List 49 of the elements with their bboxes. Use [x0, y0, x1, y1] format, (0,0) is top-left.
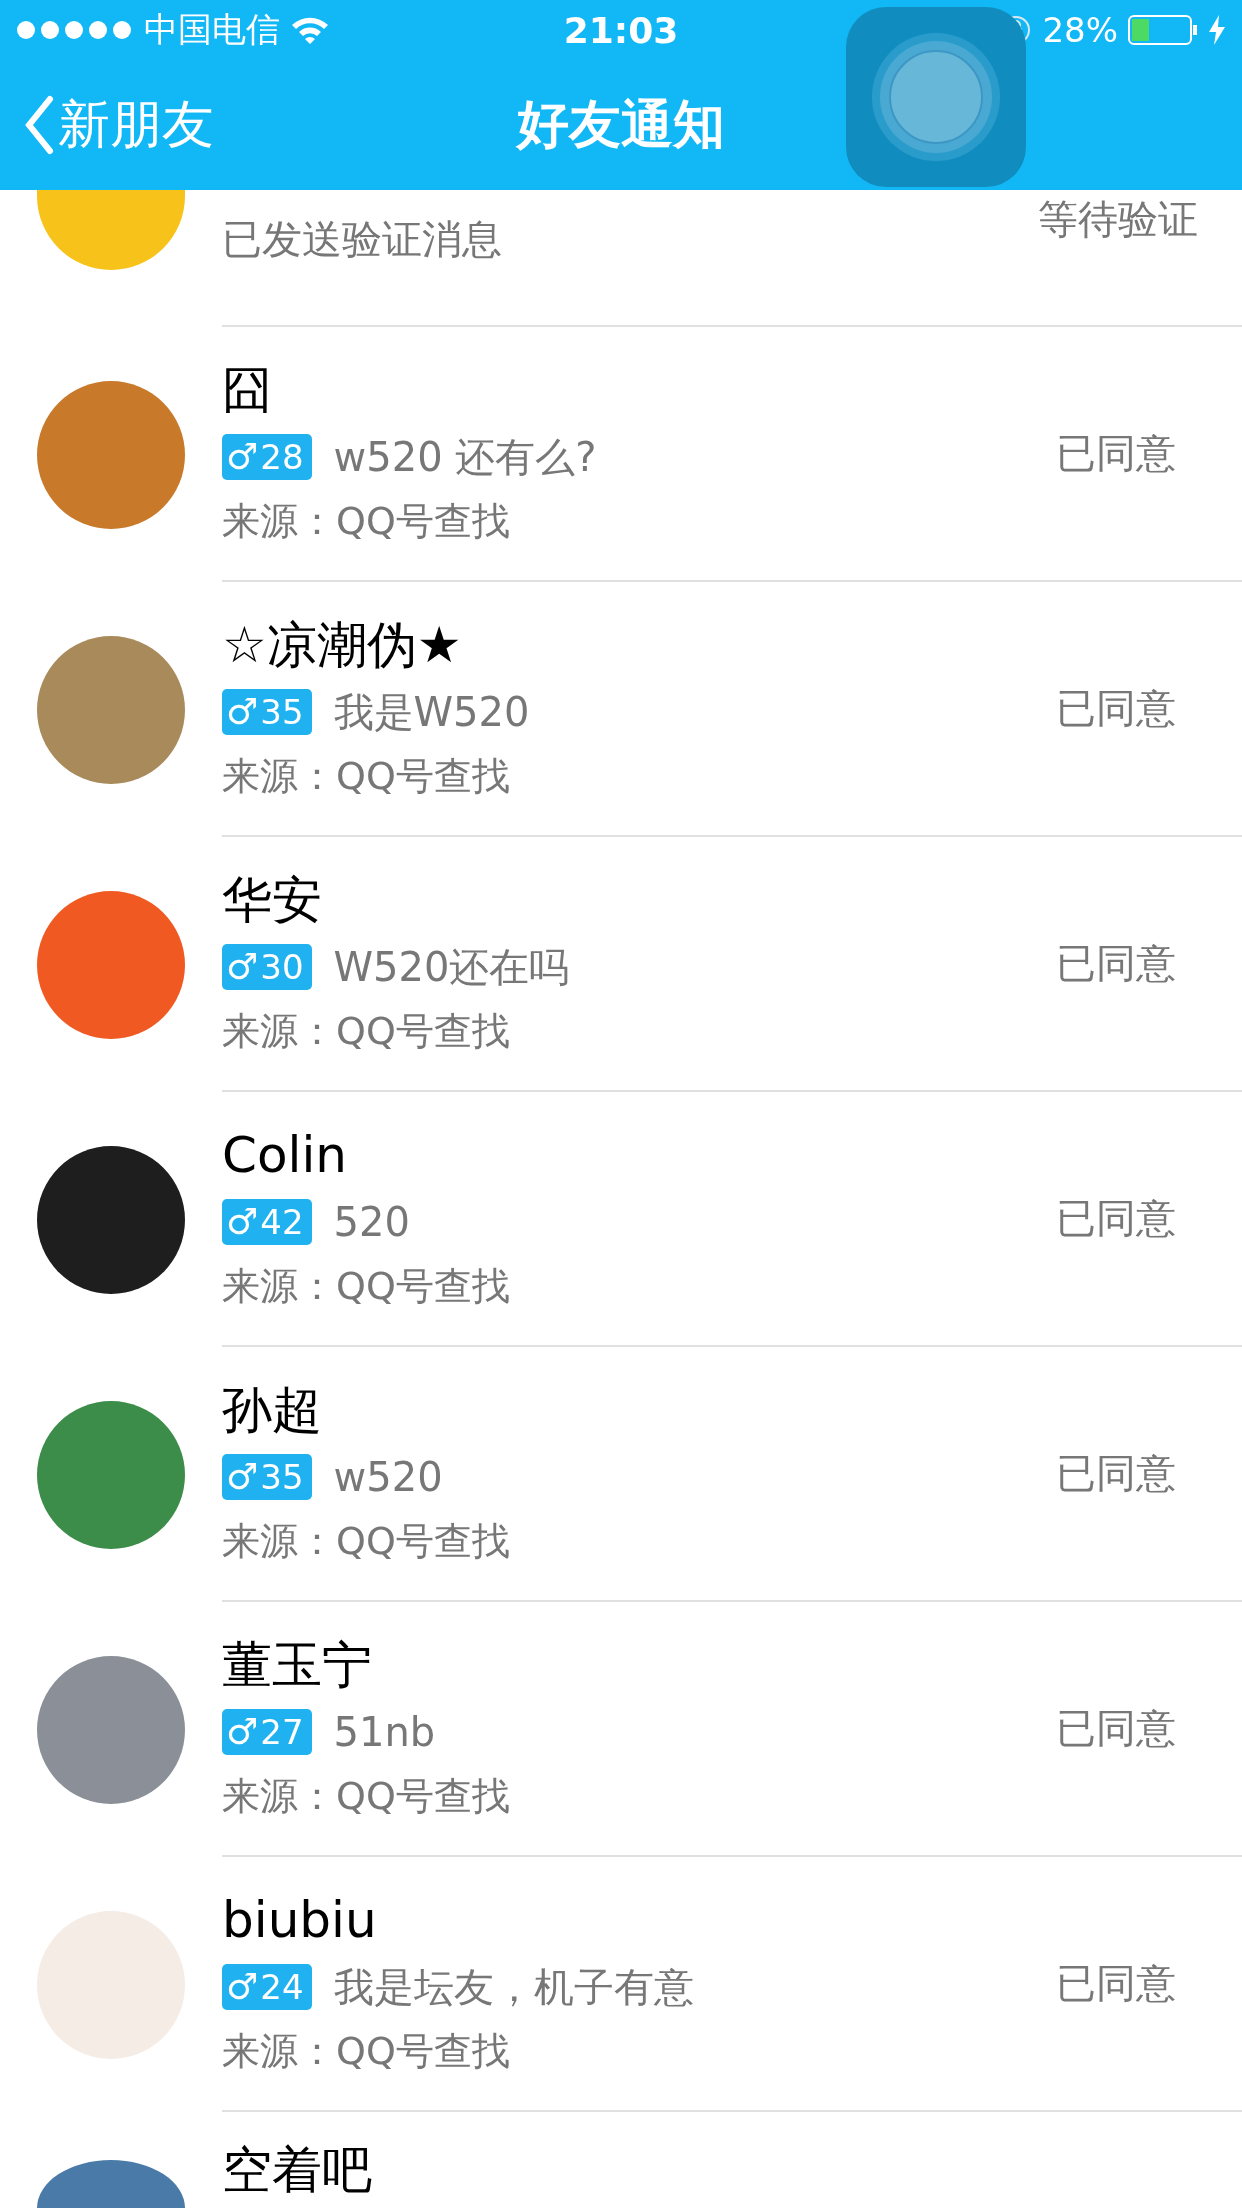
carrier-name: 中国电信	[144, 8, 280, 51]
gender-age-badge: ♂35	[222, 1453, 312, 1500]
gender-age-badge: ♂30	[222, 943, 312, 990]
gender-age-badge: ♂27	[222, 1708, 312, 1755]
friend-name: Colin	[222, 1124, 348, 1186]
gender-age-badge: ♂35	[222, 688, 312, 735]
request-status: 已同意	[1056, 429, 1177, 478]
gender-age-badge: ♂28	[222, 433, 312, 480]
request-message: 51nb	[333, 1707, 436, 1757]
friend-name: 囧	[222, 359, 273, 421]
friend-name: 董玉宁	[222, 1634, 373, 1696]
wifi-icon	[290, 15, 330, 45]
request-status: 已同意	[1056, 1194, 1177, 1243]
request-message: 我是坛友，机子有意	[333, 1962, 694, 2012]
request-message: W520还在吗	[333, 942, 570, 992]
request-source: 来源：QQ号查找	[222, 2027, 511, 2075]
friend-name: biubiu	[222, 1889, 378, 1951]
back-chevron-icon	[24, 95, 54, 155]
request-message: w520	[333, 1452, 443, 1502]
request-status: 已同意	[1056, 1704, 1177, 1753]
gender-age-badge: ♂42	[222, 1198, 312, 1245]
gender-age-badge: ♂24	[222, 1963, 312, 2010]
page-title: 好友通知	[517, 94, 725, 154]
request-status: 已同意	[1056, 939, 1177, 988]
request-message: 已发送验证消息	[222, 215, 503, 264]
request-source: 来源：QQ号查找	[222, 1262, 511, 1310]
clock-time: 21:03	[563, 9, 679, 51]
request-source: 来源：QQ号查找	[222, 752, 511, 800]
friend-name: 华安	[222, 869, 323, 931]
request-status: 已同意	[1056, 1449, 1177, 1498]
request-message: 520	[333, 1197, 410, 1247]
signal-icon	[16, 20, 134, 40]
request-message: w520 还有么?	[333, 432, 597, 482]
request-source: 来源：QQ号查找	[222, 1517, 511, 1565]
request-source: 来源：QQ号查找	[222, 497, 511, 545]
friend-name: 空着吧	[222, 2140, 373, 2201]
charging-icon	[1208, 15, 1226, 45]
request-status: 已同意	[1056, 1959, 1177, 2008]
friend-name: 孙超	[222, 1379, 323, 1441]
floating-touch-button[interactable]	[846, 7, 1026, 187]
request-status: 已同意	[1056, 684, 1177, 733]
battery-icon	[1128, 15, 1198, 45]
request-source: 来源：QQ号查找	[222, 1007, 511, 1055]
back-button[interactable]: 新朋友	[24, 90, 214, 160]
request-message: 我是W520	[333, 687, 530, 737]
battery-percent: 28%	[1042, 10, 1118, 50]
request-status: 等待验证	[1038, 195, 1199, 244]
request-source: 来源：QQ号查找	[222, 1772, 511, 1820]
friend-name: ☆凉潮伪★	[222, 614, 463, 676]
